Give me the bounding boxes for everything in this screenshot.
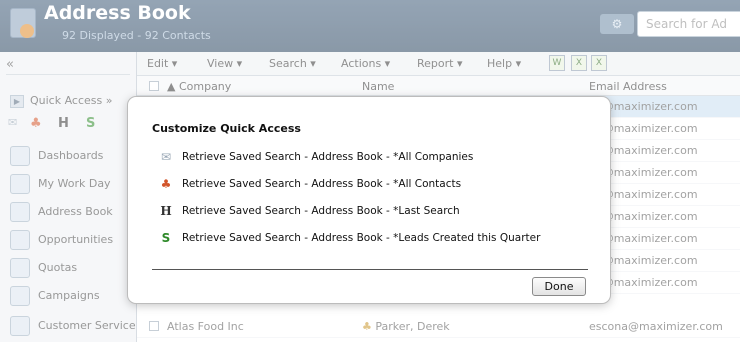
customize-quick-access-dialog: Customize Quick Access ✉ Retrieve Saved … — [128, 97, 610, 303]
last-search-icon: H — [160, 204, 172, 218]
quick-access-item-label: Retrieve Saved Search - Address Book - *… — [182, 178, 462, 190]
quick-access-item-last-search[interactable]: H Retrieve Saved Search - Address Book -… — [158, 203, 598, 221]
quick-access-item-label: Retrieve Saved Search - Address Book - *… — [182, 151, 474, 163]
quick-access-item-all-companies[interactable]: ✉ Retrieve Saved Search - Address Book -… — [158, 149, 598, 167]
quick-access-item-all-contacts[interactable]: ♣ Retrieve Saved Search - Address Book -… — [158, 176, 598, 194]
done-button[interactable]: Done — [532, 277, 586, 296]
dollar-icon: S — [161, 231, 171, 245]
dialog-title: Customize Quick Access — [152, 122, 301, 135]
quick-access-item-label: Retrieve Saved Search - Address Book - *… — [182, 232, 541, 244]
quick-access-item-leads-quarter[interactable]: S Retrieve Saved Search - Address Book -… — [158, 230, 598, 248]
envelope-icon: ✉ — [160, 150, 172, 164]
quick-access-item-label: Retrieve Saved Search - Address Book - *… — [182, 205, 460, 217]
contacts-icon: ♣ — [160, 177, 172, 191]
dialog-divider — [152, 269, 588, 270]
